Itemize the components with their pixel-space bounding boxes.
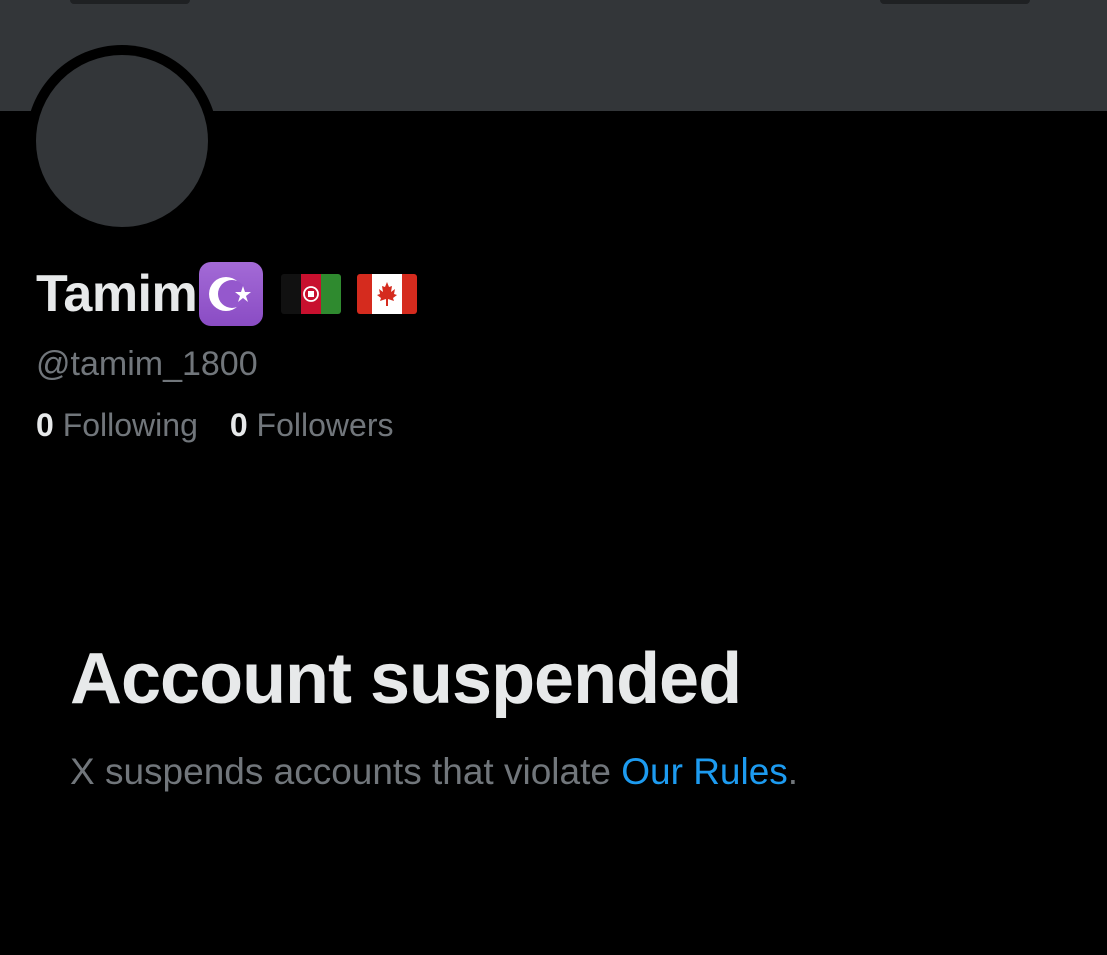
suspension-description: X suspends accounts that violate Our Rul… [70, 750, 798, 794]
our-rules-link[interactable]: Our Rules [621, 751, 788, 792]
banner-edge-right [880, 0, 1030, 4]
afghanistan-flag-emoji [281, 274, 342, 314]
avatar-placeholder [36, 55, 208, 227]
display-name: Tamim [36, 265, 198, 323]
following-count: 0 [36, 407, 54, 443]
star-and-crescent-emoji [199, 262, 264, 326]
following-label: Following [62, 407, 198, 443]
suspension-description-text: X suspends accounts that violate [70, 751, 622, 792]
following-stat[interactable]: 0 Following [36, 406, 198, 444]
followers-label: Followers [256, 407, 394, 443]
canada-flag-emoji [357, 274, 418, 314]
name-row: Tamim [36, 262, 418, 326]
suspension-description-period: . [787, 751, 799, 792]
avatar[interactable] [26, 45, 218, 237]
banner-edge-left [70, 0, 190, 4]
followers-count: 0 [229, 407, 248, 443]
profile-handle: @tamim_1800 [36, 345, 258, 383]
suspension-title: Account suspended [70, 639, 742, 719]
profile-stats: 0 Following 0 Followers [36, 406, 393, 444]
followers-stat[interactable]: 0 Followers [230, 406, 394, 444]
